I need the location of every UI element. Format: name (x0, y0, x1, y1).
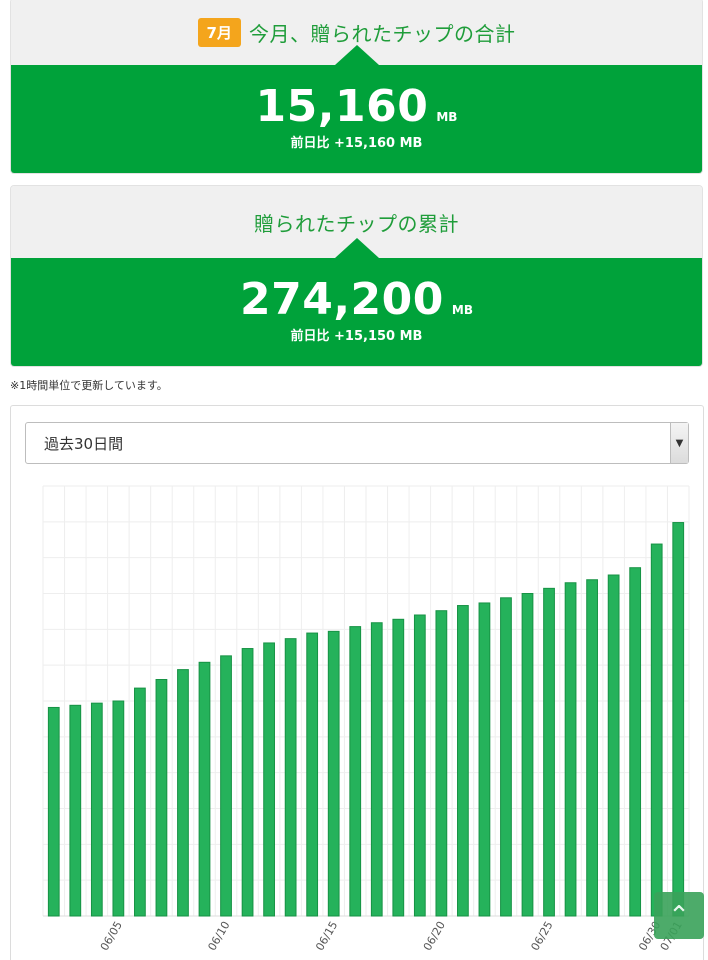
x-tick-label: 06/15 (313, 919, 340, 953)
chart-panel: 過去30日間 ▼ 06/0506/1006/1506/2006/2506/300… (10, 405, 704, 960)
bar-06/19 (413, 614, 426, 917)
tip-history-chart: 06/0506/1006/1506/2006/2506/3007/01 (42, 485, 690, 953)
bar-06/07 (155, 679, 168, 917)
chevron-up-icon: ⌃ (668, 900, 690, 931)
monthly-tip-unit: MB (436, 110, 458, 124)
bar-06/26 (564, 582, 577, 917)
monthly-tip-value: 15,160 (255, 81, 429, 132)
cumulative-tip-unit: MB (451, 303, 473, 317)
monthly-tip-card: 7月 今月、贈られたチップの合計 15,160 MB 前日比 +15,160 MB (10, 0, 703, 174)
bar-06/22 (478, 602, 491, 917)
x-tick-label: 06/25 (529, 919, 556, 953)
cumulative-tip-diff: 前日比 +15,150 MB (290, 329, 423, 344)
cumulative-tip-card: 贈られたチップの累計 274,200 MB 前日比 +15,150 MB (10, 185, 703, 367)
bar-06/30 (650, 543, 663, 917)
x-tick-label: 06/20 (421, 919, 448, 953)
bar-06/06 (134, 687, 146, 917)
bar-06/27 (586, 579, 598, 917)
bar-06/28 (607, 574, 620, 917)
cumulative-tip-title: 贈られたチップの累計 (254, 211, 459, 236)
bar-06/10 (220, 655, 232, 917)
cumulative-tip-value: 274,200 (240, 274, 444, 325)
update-note: ※1時間単位で更新しています。 (10, 379, 168, 392)
bar-06/15 (327, 630, 340, 917)
cumulative-tip-body: 274,200 MB 前日比 +15,150 MB (11, 238, 702, 366)
month-badge: 7月 (197, 17, 241, 47)
x-tick-label: 06/05 (98, 919, 125, 953)
bar-06/08 (177, 669, 189, 917)
bar-06/25 (543, 587, 555, 917)
bar-06/17 (370, 622, 383, 917)
bar-06/03 (69, 704, 82, 917)
bar-06/16 (349, 626, 362, 917)
bar-06/04 (90, 702, 103, 917)
bar-06/14 (306, 632, 319, 917)
bar-07/01 (672, 522, 685, 917)
bar-06/23 (500, 597, 512, 917)
bar-06/11 (241, 648, 254, 917)
x-tick-label: 06/10 (206, 919, 233, 953)
bar-06/21 (457, 605, 469, 917)
bar-06/13 (284, 638, 297, 917)
monthly-tip-diff: 前日比 +15,160 MB (290, 136, 423, 151)
bar-06/29 (629, 567, 642, 917)
bar-06/12 (263, 642, 275, 917)
bar-06/18 (392, 618, 405, 917)
bar-06/24 (521, 593, 534, 917)
bar-06/05 (112, 700, 125, 917)
monthly-tip-title: 今月、贈られたチップの合計 (248, 21, 516, 46)
bar-06/20 (435, 610, 448, 917)
monthly-tip-body: 15,160 MB 前日比 +15,160 MB (11, 45, 702, 173)
bar-06/09 (198, 661, 211, 917)
page: 7月 今月、贈られたチップの合計 15,160 MB 前日比 +15,160 MB… (0, 0, 708, 960)
scroll-top-button[interactable]: ⌃ (654, 892, 704, 939)
bar-06/02 (47, 706, 60, 917)
